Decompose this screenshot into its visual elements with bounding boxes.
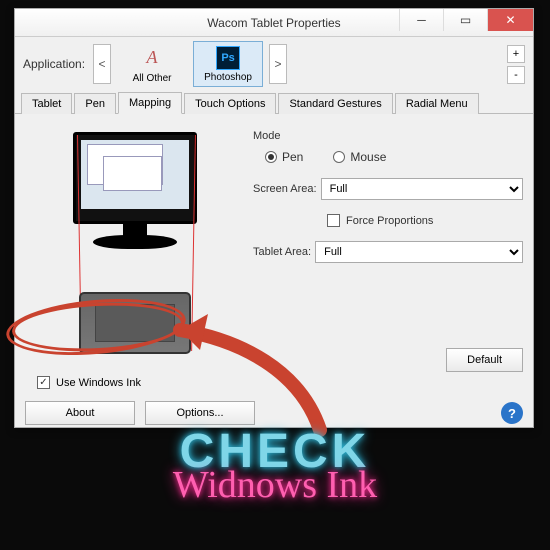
photoshop-icon: Ps (216, 46, 240, 70)
mode-group: Mode Pen Mouse (253, 130, 523, 164)
tablet-icon (79, 292, 191, 354)
titlebar: Wacom Tablet Properties ─ ▭ ✕ (15, 9, 533, 37)
app-add-button[interactable]: + (507, 45, 525, 63)
tab-pen[interactable]: Pen (74, 93, 116, 114)
radio-label: Pen (282, 150, 303, 164)
monitor-icon (73, 132, 197, 224)
radio-icon (265, 151, 277, 163)
mode-label: Mode (253, 130, 523, 142)
help-button[interactable]: ? (501, 402, 523, 424)
radio-icon (333, 151, 345, 163)
tab-touch-options[interactable]: Touch Options (184, 93, 276, 114)
screen-area-row: Screen Area: Full (253, 178, 523, 200)
force-proportions-row[interactable]: Force Proportions (253, 214, 523, 227)
tablet-area-row: Tablet Area: Full (253, 241, 523, 263)
mode-pen-radio[interactable]: Pen (265, 150, 303, 164)
mapping-content: Mode Pen Mouse Screen Area: Full (15, 114, 533, 376)
force-proportions-checkbox[interactable] (327, 214, 340, 227)
tab-mapping[interactable]: Mapping (118, 92, 182, 114)
mode-mouse-radio[interactable]: Mouse (333, 150, 386, 164)
radio-label: Mouse (350, 150, 386, 164)
app-remove-button[interactable]: - (507, 66, 525, 84)
tab-tablet[interactable]: Tablet (21, 93, 72, 114)
use-windows-ink-checkbox[interactable] (37, 376, 50, 389)
screen-area-label: Screen Area: (253, 183, 317, 195)
app-item-all-other[interactable]: A All Other (117, 41, 187, 87)
close-button[interactable]: ✕ (487, 9, 533, 31)
tab-radial-menu[interactable]: Radial Menu (395, 93, 479, 114)
application-row: Application: < A All Other Ps Photoshop … (15, 37, 533, 91)
mapping-illustration (25, 122, 245, 372)
options-button[interactable]: Options... (145, 401, 255, 425)
app-item-label: Photoshop (204, 72, 252, 83)
default-button[interactable]: Default (446, 348, 523, 372)
tablet-area-select[interactable]: Full (315, 241, 523, 263)
wacom-properties-window: Wacom Tablet Properties ─ ▭ ✕ Applicatio… (14, 8, 534, 428)
window-controls: ─ ▭ ✕ (399, 9, 533, 31)
about-button[interactable]: About (25, 401, 135, 425)
application-label: Application: (23, 57, 85, 71)
minimize-button[interactable]: ─ (399, 9, 443, 31)
screen-area-select[interactable]: Full (321, 178, 523, 200)
force-proportions-label: Force Proportions (346, 215, 433, 227)
annotation-caption: CHECK Widnows Ink (0, 430, 550, 507)
app-prev-button[interactable]: < (93, 44, 111, 84)
app-add-remove: + - (507, 45, 525, 84)
tabs-bar: Tablet Pen Mapping Touch Options Standar… (15, 91, 533, 114)
mapping-controls: Mode Pen Mouse Screen Area: Full (253, 122, 523, 372)
all-other-icon: A (139, 45, 165, 71)
use-windows-ink-label: Use Windows Ink (56, 377, 141, 389)
tab-standard-gestures[interactable]: Standard Gestures (278, 93, 392, 114)
use-windows-ink-row[interactable]: Use Windows Ink (15, 376, 533, 395)
caption-line2: Widnows Ink (0, 463, 550, 507)
maximize-button[interactable]: ▭ (443, 9, 487, 31)
app-item-label: All Other (133, 73, 172, 84)
app-next-button[interactable]: > (269, 44, 287, 84)
tablet-area-label: Tablet Area: (253, 246, 311, 258)
app-item-photoshop[interactable]: Ps Photoshop (193, 41, 263, 87)
